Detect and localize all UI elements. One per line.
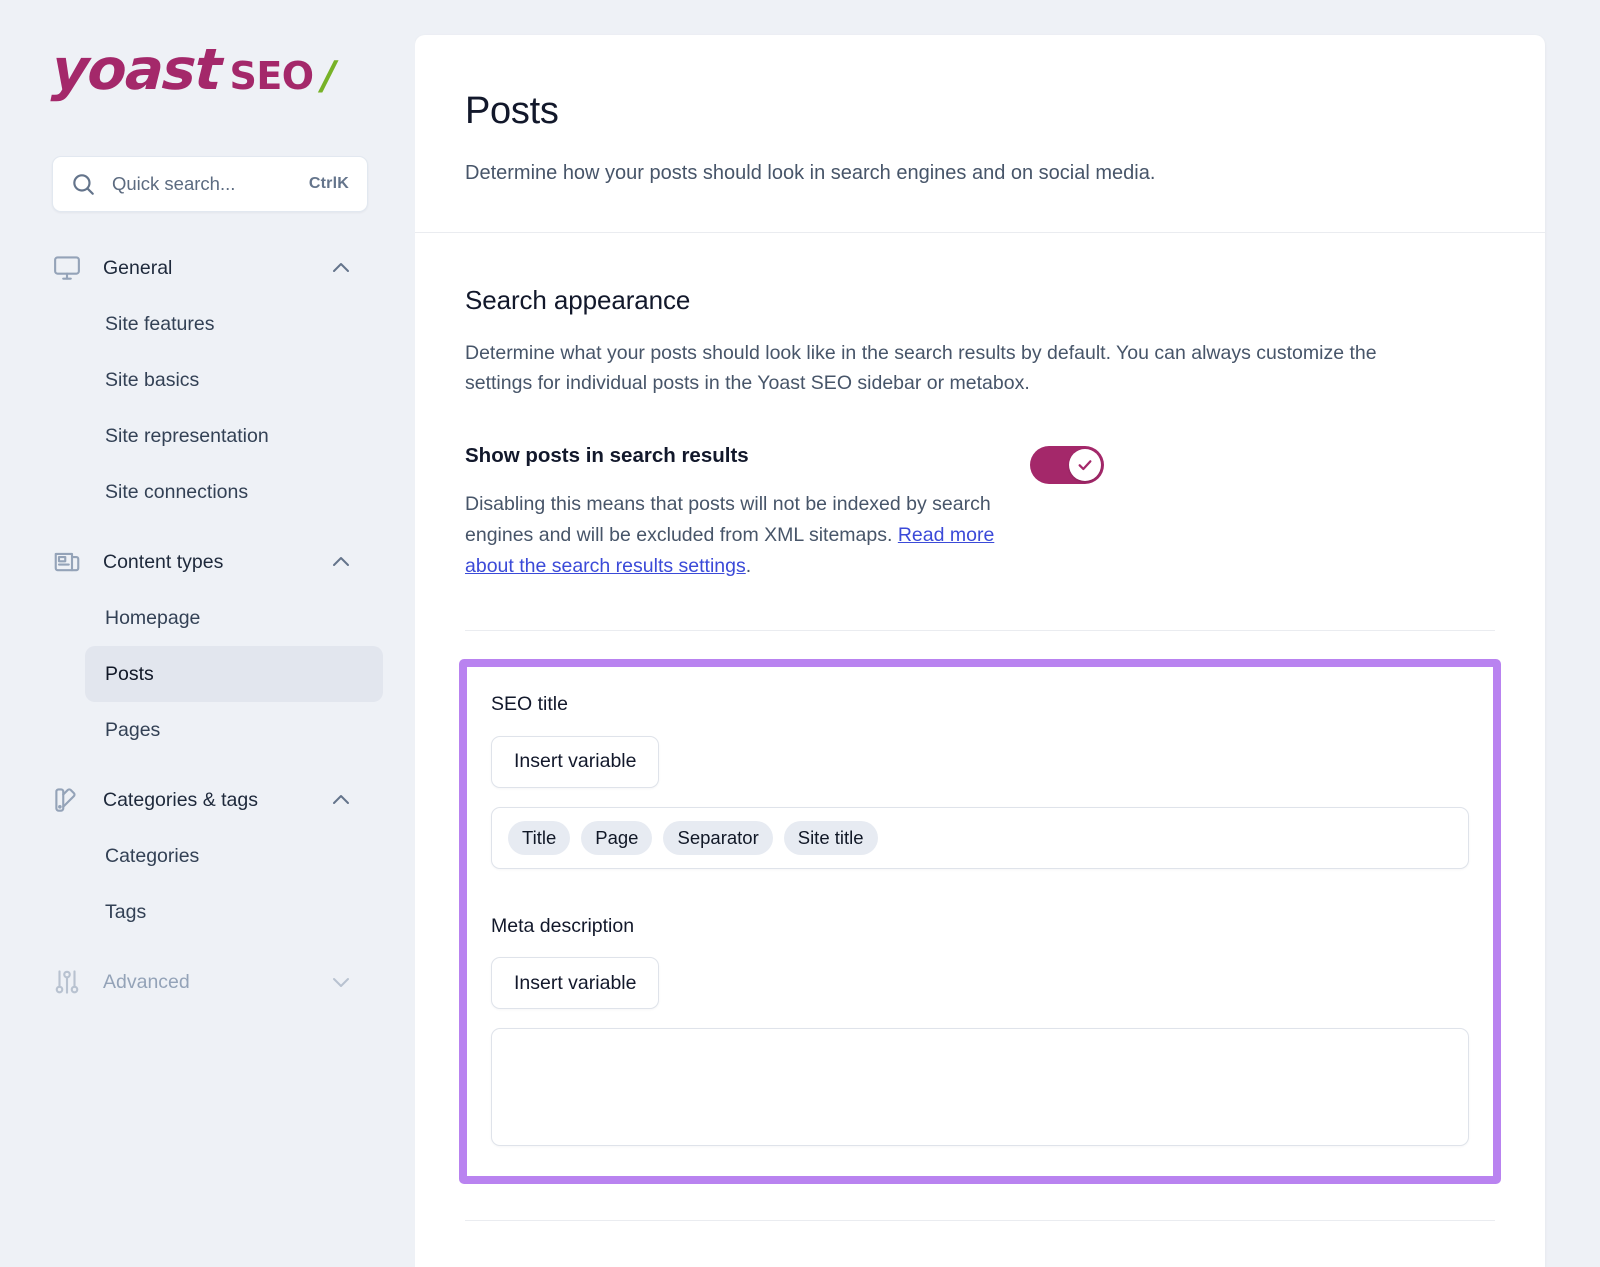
show-posts-toggle[interactable] [1030,446,1104,484]
section-title-search-appearance: Search appearance [465,285,1495,316]
sidebar-item-homepage[interactable]: Homepage [85,590,383,646]
sidebar-nav: General Site features Site basics Site r… [0,240,415,1030]
nav-spacer-2 [0,758,415,772]
logo-slash-mark: / [322,57,336,96]
sidebar-item-site-connections[interactable]: Site connections [85,464,383,520]
settings-card: Posts Determine how your posts should lo… [415,35,1545,1267]
section-description-search-appearance: Determine what your posts should look li… [465,338,1445,398]
search-placeholder: Quick search... [112,173,309,195]
sidebar-item-tags[interactable]: Tags [85,884,383,940]
chevron-up-icon-general[interactable] [329,256,353,280]
search-input[interactable]: Quick search... CtrlK [52,156,368,212]
bottom-divider [465,1220,1495,1221]
check-icon [1077,457,1093,473]
main-content: Posts Determine how your posts should lo… [415,0,1600,1267]
toggle-help-text: Disabling this means that posts will not… [465,489,1005,583]
search-shortcut-hint: CtrlK [309,175,349,193]
sliders-icon [52,967,92,997]
sidebar-item-site-representation[interactable]: Site representation [85,408,383,464]
sidebar-item-categories[interactable]: Categories [85,828,383,884]
sidebar: yoast SEO / Quick search... CtrlK [0,0,415,1267]
seo-title-token-separator[interactable]: Separator [663,821,772,855]
page-title: Posts [465,91,1495,133]
nav-spacer-3 [0,940,415,954]
sidebar-group-label-categories-tags: Categories & tags [103,789,329,812]
sidebar-bottom-fade [0,1147,415,1267]
toggle-label-show-posts: Show posts in search results [465,444,1005,469]
sidebar-item-pages[interactable]: Pages [85,702,383,758]
seo-title-token-page[interactable]: Page [581,821,652,855]
meta-description-textarea[interactable] [491,1028,1469,1146]
seo-title-meta-description-highlight: SEO title Insert variable Title Page Sep… [459,659,1501,1184]
chevron-down-icon-advanced[interactable] [329,970,353,994]
logo-yoast-text: yoast [51,42,222,99]
seo-title-insert-variable-button[interactable]: Insert variable [491,736,659,788]
card-header: Posts Determine how your posts should lo… [415,35,1545,233]
sidebar-group-label-advanced: Advanced [103,971,329,994]
sidebar-item-site-features[interactable]: Site features [85,296,383,352]
card-body: Search appearance Determine what your po… [415,233,1545,1221]
meta-description-label: Meta description [491,915,1469,938]
chevron-up-icon-categories-tags[interactable] [329,788,353,812]
show-posts-in-search-results-row: Show posts in search results Disabling t… [465,444,1495,582]
swatch-icon [52,785,92,815]
sidebar-group-advanced[interactable]: Advanced [0,954,415,1010]
seo-title-token-site-title[interactable]: Site title [784,821,878,855]
yoast-seo-logo[interactable]: yoast SEO / [52,42,415,99]
seo-title-input[interactable]: Title Page Separator Site title [491,807,1469,869]
toggle-help-suffix: . [746,555,751,577]
toggle-knob [1069,449,1101,481]
monitor-icon [52,253,92,283]
section-divider [465,630,1495,631]
search-icon [70,171,96,197]
sidebar-item-site-basics[interactable]: Site basics [85,352,383,408]
sidebar-group-general[interactable]: General [0,240,415,296]
sidebar-item-posts[interactable]: Posts [85,646,383,702]
meta-description-insert-variable-button[interactable]: Insert variable [491,957,659,1009]
newspaper-icon [52,547,92,577]
toggle-switch-wrap [1030,444,1104,484]
toggle-texts: Show posts in search results Disabling t… [465,444,1005,582]
seo-title-token-title[interactable]: Title [508,821,570,855]
logo-wrap: yoast SEO / [0,0,415,118]
seo-title-field: SEO title Insert variable Title Page Sep… [491,693,1469,868]
sidebar-group-content-types[interactable]: Content types [0,534,415,590]
sidebar-group-label-general: General [103,257,329,280]
nav-spacer-1 [0,520,415,534]
page-subtitle: Determine how your posts should look in … [465,159,1495,188]
seo-title-label: SEO title [491,693,1469,716]
logo-seo-text: SEO [229,57,313,95]
chevron-up-icon-content-types[interactable] [329,550,353,574]
yoast-seo-settings-app: yoast SEO / Quick search... CtrlK [0,0,1600,1267]
sidebar-group-categories-tags[interactable]: Categories & tags [0,772,415,828]
sidebar-group-label-content-types: Content types [103,551,329,574]
meta-description-field: Meta description Insert variable [491,915,1469,1146]
